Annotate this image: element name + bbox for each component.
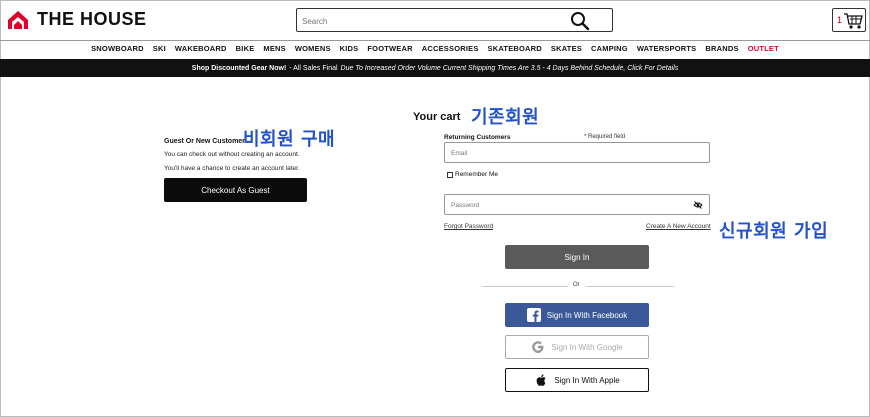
returning-customers-title: Returning Customers [444,134,511,141]
nav-item-camping[interactable]: CAMPING [591,44,628,56]
google-icon [532,341,544,353]
nav-item-mens[interactable]: MENS [263,44,285,56]
nav-item-bike[interactable]: BIKE [236,44,255,56]
sign-in-button[interactable]: Sign In [505,245,649,269]
main-nav: SNOWBOARD SKI WAKEBOARD BIKE MENS WOMENS… [0,44,870,56]
guest-line-1: You can check out without creating an ac… [164,151,300,158]
or-text: Or [573,282,580,288]
nav-item-skateboard[interactable]: SKATEBOARD [488,44,542,56]
nav-item-ski[interactable]: SKI [153,44,166,56]
apple-signin-label: Sign In With Apple [554,375,620,385]
or-divider-left [482,286,568,287]
nav-item-accessories[interactable]: ACCESSORIES [422,44,479,56]
nav-item-brands[interactable]: BRANDS [705,44,738,56]
remember-checkbox[interactable] [447,171,453,178]
cart-button[interactable]: 1 [832,8,866,32]
forgot-password-link[interactable]: Forgot Password [444,223,493,230]
search-icon[interactable] [570,11,590,31]
remember-me[interactable]: Remember Me [447,171,498,178]
facebook-signin-button[interactable]: Sign In With Facebook [505,303,649,327]
logo-text: THE HOUSE [37,9,147,29]
google-signin-label: Sign In With Google [551,342,623,352]
nav-item-kids[interactable]: KIDS [340,44,359,56]
promo-normal: - All Sales Final [289,64,338,72]
nav-item-outlet[interactable]: OUTLET [748,44,779,56]
header-divider [0,40,870,41]
password-input[interactable] [451,200,681,211]
cart-count: 1 [837,15,843,25]
search-input[interactable] [302,13,562,29]
promo-italic: Due To Increased Order Volume Current Sh… [340,64,679,72]
nav-item-snowboard[interactable]: SNOWBOARD [91,44,144,56]
remember-label: Remember Me [455,171,498,178]
facebook-signin-label: Sign In With Facebook [546,310,628,320]
shopping-cart-icon [844,13,863,29]
nav-item-wakeboard[interactable]: WAKEBOARD [175,44,227,56]
annotation-guest: 비회원 구매 [243,129,336,150]
facebook-icon [526,308,541,322]
required-field-note: * Required field [584,134,626,140]
house-logo-icon [8,10,28,29]
search-box[interactable] [296,8,613,32]
or-divider-right [586,286,674,287]
password-field[interactable] [444,194,710,215]
guest-line-2: You'll have a chance to create an accoun… [164,165,300,172]
google-signin-button[interactable]: Sign In With Google [505,335,649,359]
apple-icon [536,374,546,386]
nav-item-womens[interactable]: WOMENS [295,44,331,56]
email-field[interactable] [444,142,710,163]
eye-slash-icon[interactable] [693,200,703,210]
your-cart-heading: Your cart [413,111,461,123]
annotation-signup: 신규회원 가입 [719,221,829,242]
checkout-as-guest-button[interactable]: Checkout As Guest [164,178,307,202]
apple-signin-button[interactable]: Sign In With Apple [505,368,649,392]
site-logo[interactable]: THE HOUSE [7,9,147,30]
promo-bold: Shop Discounted Gear Now! [191,64,287,72]
guest-title: Guest Or New Customer [164,138,245,145]
nav-item-skates[interactable]: SKATES [551,44,582,56]
nav-item-footwear[interactable]: FOOTWEAR [367,44,412,56]
nav-item-watersports[interactable]: WATERSPORTS [637,44,697,56]
annotation-existing-member: 기존회원 [471,107,540,128]
promo-banner[interactable]: Shop Discounted Gear Now! - All Sales Fi… [0,59,870,77]
email-input[interactable] [451,148,681,159]
create-account-link[interactable]: Create A New Account [646,223,711,230]
